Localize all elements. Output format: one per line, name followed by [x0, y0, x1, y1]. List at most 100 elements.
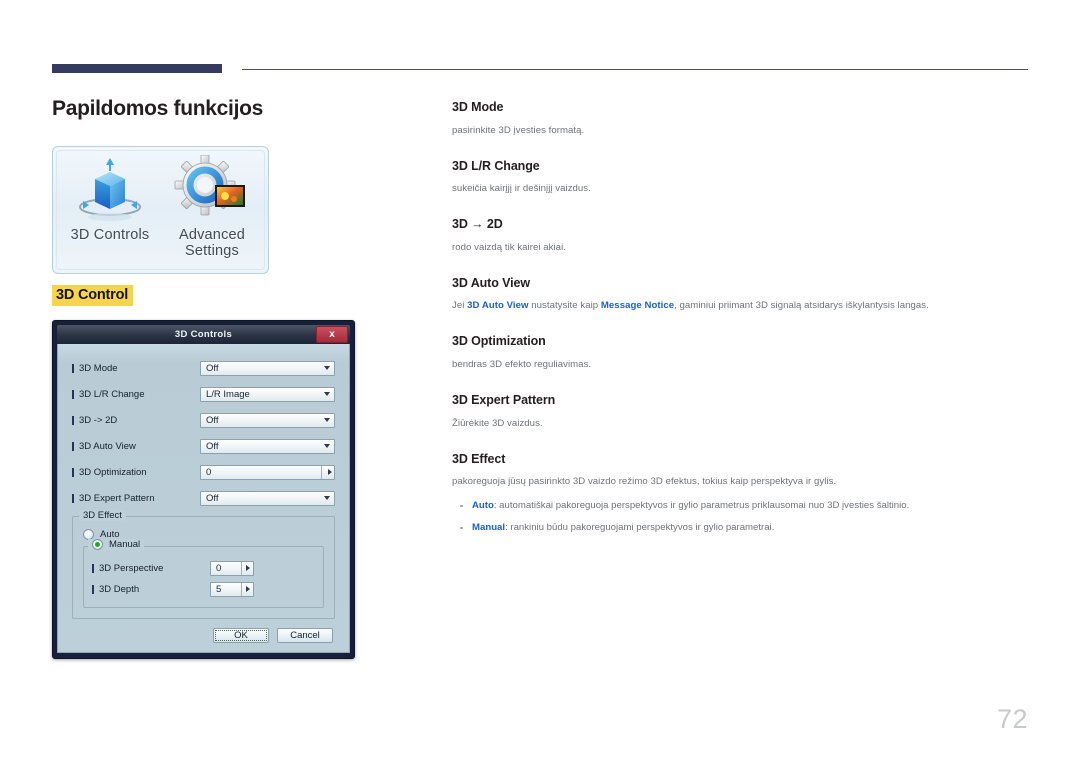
section-3d-effect: 3D Effect pakoreguoja jūsų pasirinkto 3D… — [452, 452, 1030, 535]
spinner-3d-depth[interactable]: 5 — [210, 581, 254, 597]
row-label: 3D Expert Pattern — [72, 493, 200, 504]
section-body: Žiūrėkite 3D vaizdus. — [452, 417, 543, 429]
right-column: 3D Mode pasirinkite 3D įvesties formatą.… — [452, 100, 1030, 535]
subgroup-manual: Manual 3D Perspective 0 3D Depth 5 — [83, 539, 324, 608]
section-bullet-list: Auto: automatiškai pakoreguoja perspekty… — [452, 499, 1030, 535]
header-rule — [52, 64, 1028, 76]
chevron-right-icon — [328, 469, 332, 475]
inline-keyword: Message Notice — [600, 300, 675, 312]
page-number: 72 — [996, 704, 1028, 734]
left-column: 3D Controls Advanced Settings 3D Control… — [52, 146, 382, 659]
spinner-value: 5 — [216, 583, 222, 595]
section-heading: 3D L/R Change — [452, 158, 540, 173]
gear-picture-icon — [161, 154, 263, 227]
section-body-rich: Jei 3D Auto View nustatysite kaip Messag… — [452, 299, 1030, 313]
dialog-row-3d-perspective: 3D Perspective 0 — [92, 559, 315, 577]
osd-dialog-3d-controls: 3D Controls x 3D Mode Off 3D L/R Change … — [52, 320, 355, 659]
row-label: 3D -> 2D — [72, 415, 200, 426]
section-body: pakoreguoja jūsų pasirinkto 3D vaizdo re… — [452, 476, 837, 488]
row-label: 3D Mode — [72, 363, 200, 374]
group-legend-3d-effect: 3D Effect — [79, 510, 126, 521]
list-item: Auto: automatiškai pakoreguoja perspekty… — [452, 499, 1030, 513]
row-label: 3D Perspective — [92, 563, 210, 574]
ok-button[interactable]: OK — [213, 628, 269, 643]
section-heading: 3D Optimization — [452, 334, 546, 349]
dropdown-3d-lr-change[interactable]: L/R Image — [200, 386, 335, 402]
close-icon[interactable]: x — [316, 326, 348, 343]
bullet-text: : automatiškai pakoreguoja perspektyvos … — [493, 499, 910, 511]
list-item: Manual: rankiniu būdu pakoreguojami pers… — [452, 521, 1030, 535]
dropdown-3d-expert-pattern[interactable]: Off — [200, 490, 335, 506]
dialog-row-3d-optimization: 3D Optimization 0 — [72, 462, 335, 482]
dropdown-value: L/R Image — [206, 388, 250, 400]
dropdown-3d-auto-view[interactable]: Off — [200, 438, 335, 454]
radio-manual[interactable]: Manual — [88, 539, 145, 550]
spinner-3d-optimization[interactable]: 0 — [200, 464, 335, 480]
dialog-row-3d-auto-view: 3D Auto View Off — [72, 436, 335, 456]
dropdown-3d-to-2d[interactable]: Off — [200, 412, 335, 428]
row-label: 3D Depth — [92, 584, 210, 595]
chevron-down-icon — [324, 443, 330, 448]
dropdown-value: Off — [206, 492, 219, 504]
bullet-keyword: Manual — [472, 521, 506, 533]
row-label: 3D L/R Change — [72, 389, 200, 400]
radio-label-auto: Auto — [100, 528, 120, 540]
chevron-down-icon — [324, 495, 330, 500]
chevron-right-icon — [246, 586, 250, 592]
section-heading: 3D Auto View — [452, 275, 530, 290]
dialog-row-3d-mode: 3D Mode Off — [72, 358, 335, 378]
dialog-footer: OK Cancel — [72, 619, 335, 652]
section-heading: 3D Mode — [452, 100, 504, 114]
spinner-value: 0 — [206, 466, 212, 478]
section-body: bendras 3D efekto reguliavimas. — [452, 358, 592, 370]
section-3d-mode: 3D Mode pasirinkite 3D įvesties formatą. — [452, 100, 1030, 138]
group-3d-effect: 3D Effect Auto Manual 3D Perspective 0 3… — [72, 510, 335, 619]
dialog-row-3d-lr-change: 3D L/R Change L/R Image — [72, 384, 335, 404]
section-3d-expert-pattern: 3D Expert Pattern Žiūrėkite 3D vaizdus. — [452, 393, 1030, 431]
icon-tile-label-advanced-settings-1: Advanced — [178, 227, 246, 243]
row-label: 3D Optimization — [72, 467, 200, 478]
header-thin-line — [242, 69, 1028, 70]
spinner-divider — [321, 465, 322, 479]
inline-text: nustatysite kaip — [528, 300, 601, 312]
section-body: rodo vaizdą tik kairei akiai. — [452, 241, 566, 253]
icon-tile-advanced-settings: Advanced Settings — [161, 154, 263, 259]
section-heading: 3D → 2D — [452, 217, 503, 232]
spinner-3d-perspective[interactable]: 0 — [210, 560, 254, 576]
3d-cube-icon — [59, 155, 161, 227]
row-label: 3D Auto View — [72, 441, 200, 452]
dialog-body: 3D Mode Off 3D L/R Change L/R Image 3D -… — [57, 344, 350, 653]
section-3d-lr-change: 3D L/R Change sukeičia kairįjį ir dešinį… — [452, 159, 1030, 197]
section-3d-optimization: 3D Optimization bendras 3D efekto reguli… — [452, 334, 1030, 372]
dropdown-value: Off — [206, 440, 219, 452]
icon-tile-3d-controls: 3D Controls — [59, 155, 161, 243]
spinner-divider — [241, 582, 242, 596]
page-title: Papildomos funkcijos — [52, 97, 264, 120]
dialog-titlebar: 3D Controls x — [57, 325, 350, 344]
highlight-label-3d-control: 3D Control — [52, 285, 134, 306]
radio-label-manual: Manual — [109, 539, 141, 550]
inline-text: Jei — [452, 300, 468, 312]
icon-tile-label-advanced-settings-2: Settings — [185, 243, 239, 259]
radio-icon-manual — [92, 539, 103, 550]
chevron-down-icon — [324, 391, 330, 396]
section-3d-auto-view: 3D Auto View Jei 3D Auto View nustatysit… — [452, 276, 1030, 314]
dialog-title: 3D Controls — [174, 329, 233, 340]
icon-tile-label-3d-controls: 3D Controls — [70, 227, 150, 243]
chevron-down-icon — [324, 417, 330, 422]
bullet-text: : rankiniu būdu pakoreguojami perspektyv… — [505, 521, 775, 533]
cancel-button[interactable]: Cancel — [277, 628, 333, 643]
spinner-divider — [241, 561, 242, 575]
dialog-row-3d-to-2d: 3D -> 2D Off — [72, 410, 335, 430]
header-accent-bar — [52, 64, 222, 73]
dropdown-3d-mode[interactable]: Off — [200, 360, 335, 376]
dropdown-value: Off — [206, 414, 219, 426]
spinner-value: 0 — [216, 562, 222, 574]
bullet-keyword: Auto — [472, 499, 494, 511]
illustration-panel: 3D Controls Advanced Settings — [52, 146, 269, 274]
section-body: pasirinkite 3D įvesties formatą. — [452, 124, 585, 136]
section-heading: 3D Effect — [452, 451, 506, 466]
section-3d-to-2d: 3D → 2D rodo vaizdą tik kairei akiai. — [452, 217, 1030, 255]
inline-text: , gaminiui priimant 3D signalą atsidarys… — [674, 300, 929, 312]
radio-icon-auto — [83, 528, 94, 540]
